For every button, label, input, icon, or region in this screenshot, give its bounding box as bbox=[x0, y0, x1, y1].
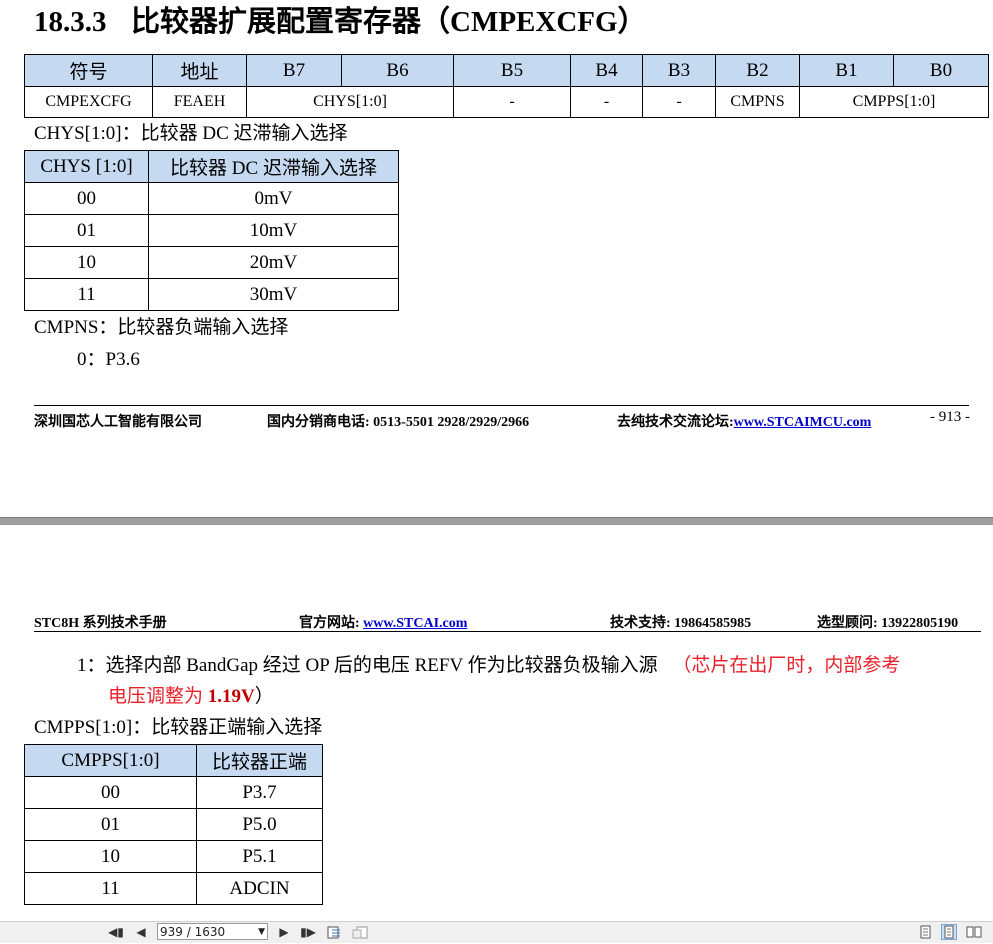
cmpns-option-1-note-line2: 电压调整为 1.19V） bbox=[108, 684, 274, 710]
cmpns-option-1-text: 1：选择内部 BandGap 经过 OP 后的电压 REFV 作为比较器负极输入… bbox=[77, 655, 658, 676]
chys-value: 10mV bbox=[148, 214, 399, 247]
header-address: 地址 bbox=[152, 54, 247, 87]
cmpps-header-row: CMPPS[1:0] 比较器正端 bbox=[24, 744, 323, 777]
table-row: 00 0mV bbox=[24, 182, 399, 215]
table-row: 00 P3.7 bbox=[24, 776, 323, 809]
header-site-label: 官方网站: bbox=[299, 616, 364, 631]
cmpps-value: P5.1 bbox=[196, 840, 323, 873]
header-b4: B4 bbox=[570, 54, 643, 87]
table-row: 11 ADCIN bbox=[24, 872, 323, 905]
footer-page-number: - 913 - bbox=[930, 409, 970, 425]
page-number-input[interactable]: 939 / 1630 ▼ bbox=[157, 923, 268, 940]
header-support: 技术支持: 19864585985 bbox=[610, 616, 752, 631]
next-page-icon[interactable]: ▶ bbox=[276, 924, 292, 940]
chevron-down-icon[interactable]: ▼ bbox=[258, 924, 265, 941]
header-b2: B2 bbox=[715, 54, 800, 87]
header-b6: B6 bbox=[341, 54, 454, 87]
chys-value: 30mV bbox=[148, 278, 399, 311]
cell-cmpns: CMPNS bbox=[715, 86, 800, 118]
go-back-icon[interactable] bbox=[327, 924, 343, 940]
section-title: 比较器扩展配置寄存器（CMPEXCFG） bbox=[131, 6, 647, 38]
section-number: 18.3.3 bbox=[34, 6, 107, 38]
cmpps-table: CMPPS[1:0] 比较器正端 00 P3.7 01 P5.0 10 P5.1… bbox=[24, 744, 323, 905]
table-row: 01 P5.0 bbox=[24, 808, 323, 841]
header-symbol: 符号 bbox=[24, 54, 153, 87]
cmpns-note-text: 电压调整为 bbox=[108, 686, 208, 707]
page-indicator: 939 / 1630 bbox=[160, 925, 226, 939]
cell-b4: - bbox=[570, 86, 643, 118]
chys-value: 0mV bbox=[148, 182, 399, 215]
cmpps-value: ADCIN bbox=[196, 872, 323, 905]
cmpps-code: 10 bbox=[24, 840, 197, 873]
cell-cmpps: CMPPS[1:0] bbox=[799, 86, 989, 118]
chys-code: 00 bbox=[24, 182, 149, 215]
header-b0: B0 bbox=[893, 54, 989, 87]
header-site: 官方网站: www.STCAI.com bbox=[299, 612, 467, 632]
chys-header-row: CHYS [1:0] 比较器 DC 迟滞输入选择 bbox=[24, 150, 399, 183]
header-rule bbox=[34, 631, 981, 632]
table-row: 01 10mV bbox=[24, 214, 399, 247]
chys-table: CHYS [1:0] 比较器 DC 迟滞输入选择 00 0mV 01 10mV … bbox=[24, 150, 399, 311]
two-page-icon[interactable] bbox=[966, 924, 982, 940]
table-row: 11 30mV bbox=[24, 278, 399, 311]
chys-header-code: CHYS [1:0] bbox=[24, 150, 149, 183]
header-b5: B5 bbox=[453, 54, 571, 87]
chys-caption: CHYS[1:0]：比较器 DC 迟滞输入选择 bbox=[34, 123, 348, 144]
header-b1: B1 bbox=[799, 54, 894, 87]
footer-forum-label: 去纯技术交流论坛: bbox=[617, 415, 734, 430]
chys-header-desc: 比较器 DC 迟滞输入选择 bbox=[148, 150, 399, 183]
cmpns-option-1-note: （芯片在出厂时，内部参考 bbox=[672, 655, 901, 676]
footer-forum-link[interactable]: www.STCAIMCU.com bbox=[734, 415, 872, 430]
cmpns-caption: CMPNS：比较器负端输入选择 bbox=[34, 317, 289, 338]
header-advisor: 选型顾问: 13922805190 bbox=[817, 616, 959, 631]
cell-b5: - bbox=[453, 86, 571, 118]
section-heading: 18.3.3 比较器扩展配置寄存器（CMPEXCFG） bbox=[34, 2, 647, 42]
last-page-icon[interactable]: ▮▶ bbox=[300, 924, 316, 940]
cmpns-option-1: 1：选择内部 BandGap 经过 OP 后的电压 REFV 作为比较器负极输入… bbox=[77, 653, 900, 679]
chys-code: 10 bbox=[24, 246, 149, 279]
table-row: 10 20mV bbox=[24, 246, 399, 279]
cmpps-caption: CMPPS[1:0]：比较器正端输入选择 bbox=[34, 717, 323, 738]
header-b3: B3 bbox=[642, 54, 716, 87]
register-value-row: CMPEXCFG FEAEH CHYS[1:0] - - - CMPNS CMP… bbox=[24, 86, 989, 118]
header-manual: STC8H 系列技术手册 bbox=[34, 616, 167, 631]
cmpns-note-end: ） bbox=[254, 686, 274, 707]
header-b7: B7 bbox=[246, 54, 342, 87]
cell-address: FEAEH bbox=[152, 86, 247, 118]
cmpps-code: 11 bbox=[24, 872, 197, 905]
cmpps-header-code: CMPPS[1:0] bbox=[24, 744, 197, 777]
chys-code: 01 bbox=[24, 214, 149, 247]
first-page-icon[interactable]: ◀▮ bbox=[108, 924, 124, 940]
cell-symbol: CMPEXCFG bbox=[24, 86, 153, 118]
cmpps-value: P3.7 bbox=[196, 776, 323, 809]
page-gap bbox=[0, 517, 993, 525]
footer-company: 深圳国芯人工智能有限公司 bbox=[34, 415, 202, 430]
viewer-toolbar: ◀▮ ◀ 939 / 1630 ▼ ▶ ▮▶ bbox=[0, 921, 993, 943]
cmpps-value: P5.0 bbox=[196, 808, 323, 841]
cmpps-code: 00 bbox=[24, 776, 197, 809]
single-page-icon[interactable] bbox=[917, 924, 933, 940]
cmpns-option-0: 0：P3.6 bbox=[77, 349, 140, 370]
prev-page-icon[interactable]: ◀ bbox=[133, 924, 149, 940]
go-forward-icon[interactable] bbox=[352, 924, 368, 940]
cmpns-note-voltage: 1.19V bbox=[207, 686, 255, 707]
cmpps-header-desc: 比较器正端 bbox=[196, 744, 323, 777]
footer-distributor: 国内分销商电话: 0513-5501 2928/2929/2966 bbox=[267, 415, 530, 430]
chys-value: 20mV bbox=[148, 246, 399, 279]
register-table: 符号 地址 B7 B6 B5 B4 B3 B2 B1 B0 CMPEXCFG F… bbox=[24, 54, 989, 118]
register-header-row: 符号 地址 B7 B6 B5 B4 B3 B2 B1 B0 bbox=[24, 54, 989, 87]
continuous-page-icon[interactable] bbox=[941, 924, 957, 940]
footer-forum: 去纯技术交流论坛:www.STCAIMCU.com bbox=[617, 411, 871, 431]
cell-b3: - bbox=[642, 86, 716, 118]
footer-rule bbox=[34, 405, 969, 406]
table-row: 10 P5.1 bbox=[24, 840, 323, 873]
header-site-link[interactable]: www.STCAI.com bbox=[363, 616, 467, 631]
cmpps-code: 01 bbox=[24, 808, 197, 841]
chys-code: 11 bbox=[24, 278, 149, 311]
cell-chys: CHYS[1:0] bbox=[246, 86, 454, 118]
